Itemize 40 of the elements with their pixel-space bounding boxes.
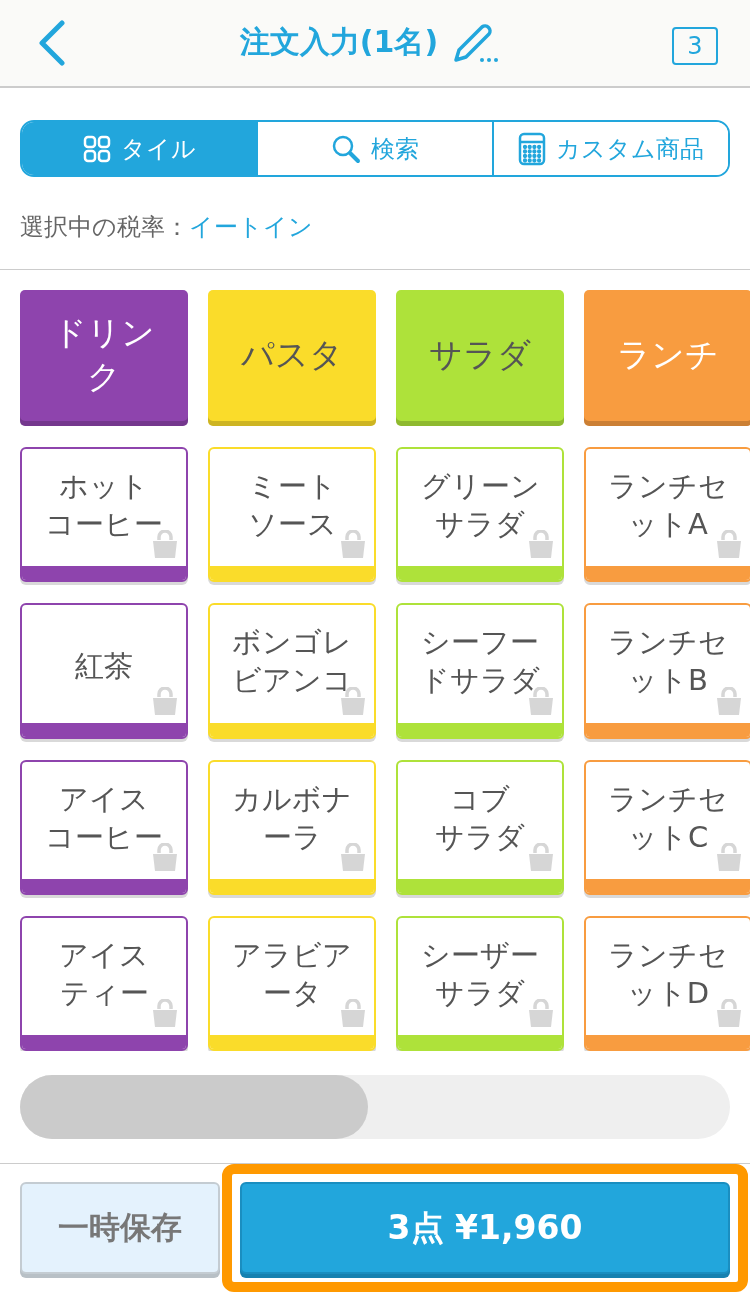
bag-icon [338, 842, 368, 873]
bag-icon [150, 686, 180, 717]
product-tile[interactable]: シーザー サラダ [396, 915, 564, 1052]
bag-icon [526, 530, 556, 561]
pencil-icon[interactable] [452, 21, 499, 64]
tax-label: 選択中の税率： [20, 212, 189, 244]
product-tile[interactable]: 紅茶 [20, 603, 188, 739]
back-icon[interactable] [38, 19, 66, 66]
product-tile[interactable]: ランチセ ットA [584, 446, 750, 583]
grid-icon [82, 134, 111, 163]
product-tile[interactable]: シーフー ドサラダ [396, 603, 564, 739]
bag-icon [714, 842, 744, 873]
category-tile[interactable]: パスタ [208, 290, 376, 426]
bag-icon [150, 530, 180, 561]
calculator-icon [518, 131, 546, 166]
product-tile[interactable]: ランチセ ットC [584, 759, 750, 895]
bag-icon [526, 842, 556, 873]
bag-icon [526, 999, 556, 1030]
bag-icon [150, 842, 180, 873]
category-tile[interactable]: サラダ [396, 290, 564, 426]
product-tile[interactable]: ボンゴレ ビアンコ [208, 603, 376, 739]
bag-icon [338, 530, 368, 561]
product-tile[interactable]: ホット コーヒー [20, 446, 188, 583]
bag-icon [338, 999, 368, 1030]
product-tile[interactable]: アイス コーヒー [20, 759, 188, 895]
product-tile[interactable]: グリーン サラダ [396, 446, 564, 583]
product-tile[interactable]: ランチセ ットD [584, 915, 750, 1052]
product-tile[interactable]: ミート ソース [208, 446, 376, 583]
category-tile[interactable]: ドリン ク [20, 290, 188, 426]
product-tile[interactable]: コブ サラダ [396, 759, 564, 895]
page-title: 注文入力(1名) [239, 23, 439, 62]
product-tile[interactable]: カルボナ ーラ [208, 759, 376, 895]
bag-icon [714, 530, 744, 561]
bag-icon [714, 686, 744, 717]
product-tile[interactable]: アイス ティー [20, 915, 188, 1052]
bag-icon [714, 999, 744, 1030]
bag-icon [150, 999, 180, 1030]
product-tile[interactable]: ランチセ ットB [584, 603, 750, 739]
product-tile[interactable]: アラビア ータ [208, 915, 376, 1052]
search-icon [331, 133, 361, 164]
